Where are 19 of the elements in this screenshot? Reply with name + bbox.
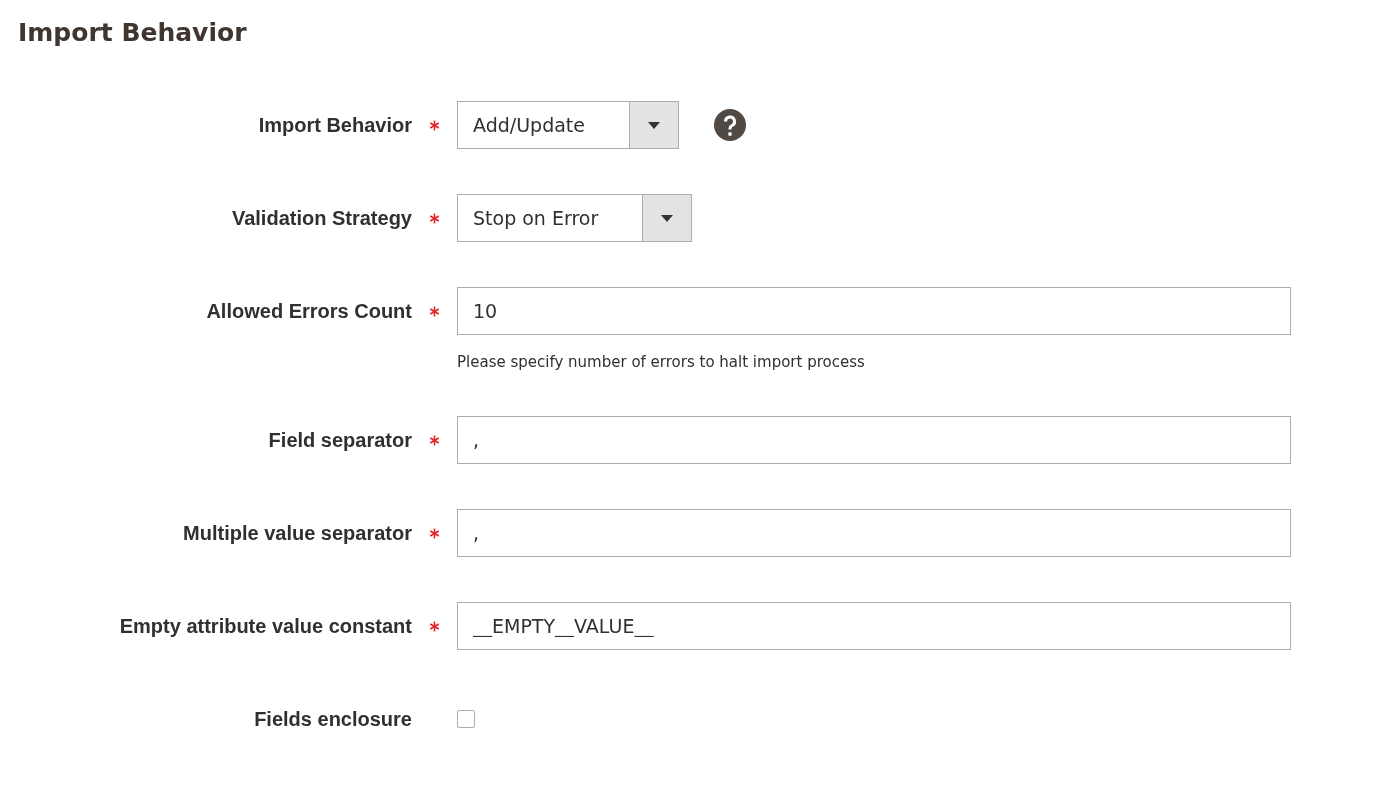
field-label: Empty attribute value constant: [118, 613, 412, 639]
input-field[interactable]: ,: [457, 416, 1291, 464]
field-label: Import Behavior: [257, 112, 412, 138]
section-title: Import Behavior: [18, 18, 248, 47]
dropdown[interactable]: Add/Update: [457, 101, 679, 149]
caret-down-icon: [648, 121, 660, 129]
dropdown[interactable]: Stop on Error: [457, 194, 693, 242]
input-field[interactable]: ,: [457, 509, 1291, 557]
field-note: Please specify number of errors to halt import process: [457, 353, 866, 371]
checkbox[interactable]: [457, 710, 475, 728]
field-label: Field separator: [267, 427, 412, 453]
input-field[interactable]: 10: [457, 287, 1291, 335]
field-label: Multiple value separator: [182, 520, 412, 546]
field-label: Fields enclosure: [253, 706, 412, 732]
caret-down-icon: [661, 214, 674, 222]
help-icon[interactable]: [714, 109, 746, 141]
field-label: Allowed Errors Count: [205, 298, 412, 324]
input-field[interactable]: __EMPTY__VALUE__: [457, 602, 1291, 650]
field-label: Validation Strategy: [230, 205, 412, 231]
